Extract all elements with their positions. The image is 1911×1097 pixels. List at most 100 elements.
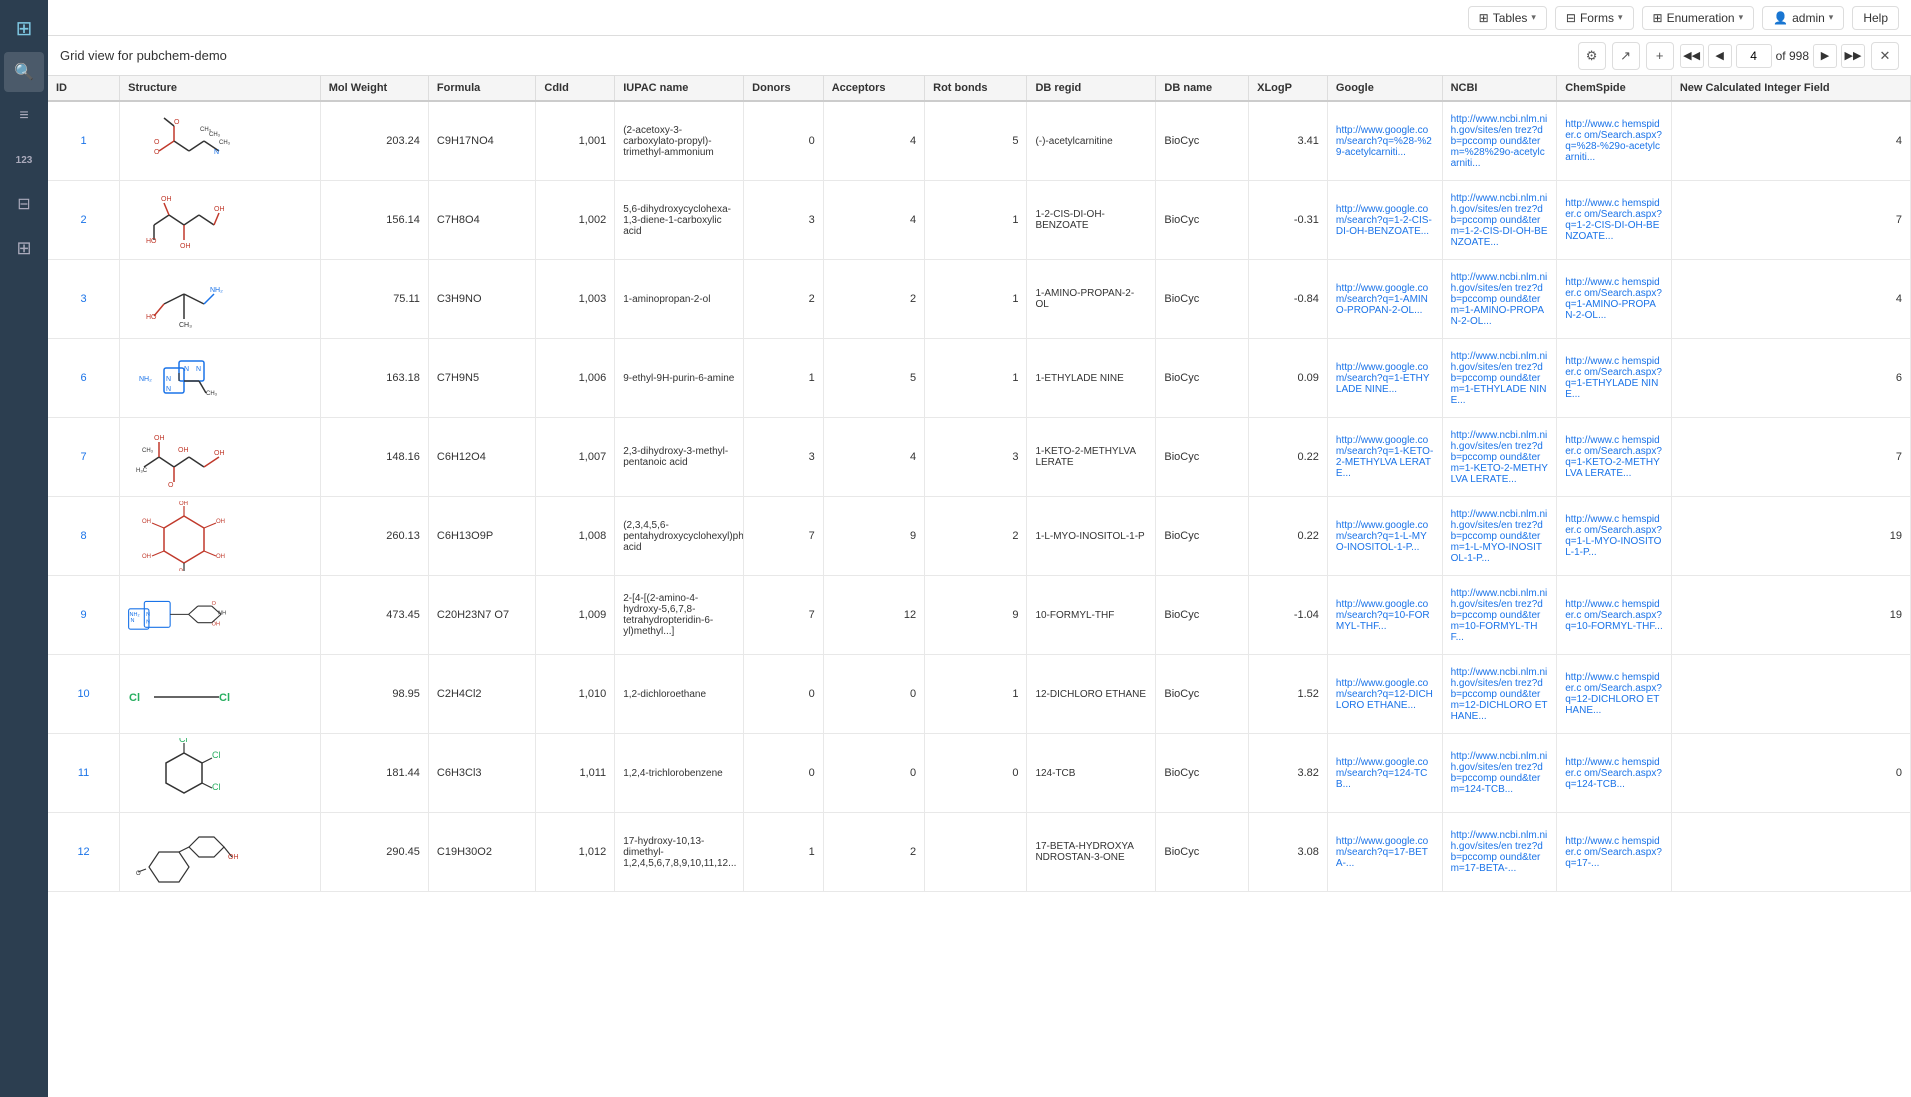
col-header-iupac[interactable]: IUPAC name xyxy=(615,76,744,101)
data-icon[interactable]: 123 xyxy=(4,140,44,180)
cell-id[interactable]: 12 xyxy=(48,813,120,892)
menu-icon[interactable]: ≡ xyxy=(4,96,44,136)
col-header-rotbonds[interactable]: Rot bonds xyxy=(925,76,1027,101)
next-page-btn[interactable]: ▶ xyxy=(1813,44,1837,68)
cell-rotbonds: 3 xyxy=(925,418,1027,497)
close-icon-btn[interactable]: ✕ xyxy=(1871,42,1899,70)
admin-button[interactable]: 👤 admin ▾ xyxy=(1762,6,1844,30)
cell-google[interactable]: http://www.google.com/search?q=1-AMINO-P… xyxy=(1327,260,1442,339)
tables-chevron-icon: ▾ xyxy=(1531,12,1536,23)
cell-ncbi[interactable]: http://www.ncbi.nlm.nih.gov/sites/en tre… xyxy=(1442,418,1557,497)
svg-text:OH: OH xyxy=(178,447,189,454)
cell-cdid: 1,002 xyxy=(536,181,615,260)
cell-google[interactable]: http://www.google.com/search?q=17-BETA-.… xyxy=(1327,813,1442,892)
search-icon[interactable]: 🔍 xyxy=(4,52,44,92)
col-header-dbregid[interactable]: DB regid xyxy=(1027,76,1156,101)
svg-text:H₃C: H₃C xyxy=(136,468,148,474)
cell-id[interactable]: 8 xyxy=(48,497,120,576)
cell-google[interactable]: http://www.google.com/search?q=%28-%29-a… xyxy=(1327,101,1442,181)
first-page-btn[interactable]: ◀◀ xyxy=(1680,44,1704,68)
cell-google[interactable]: http://www.google.com/search?q=1-KETO-2-… xyxy=(1327,418,1442,497)
cell-chemspi[interactable]: http://www.c hemspider.c om/Search.aspx?… xyxy=(1557,418,1672,497)
col-header-acceptors[interactable]: Acceptors xyxy=(823,76,924,101)
cell-formula: C9H17NO4 xyxy=(428,101,535,181)
col-header-id[interactable]: ID xyxy=(48,76,120,101)
forms-button[interactable]: ⊟ Forms ▾ xyxy=(1555,6,1634,30)
col-header-google[interactable]: Google xyxy=(1327,76,1442,101)
cell-id[interactable]: 7 xyxy=(48,418,120,497)
svg-text:OH: OH xyxy=(228,854,239,861)
cell-formula: C6H3Cl3 xyxy=(428,734,535,813)
cell-ncbi[interactable]: http://www.ncbi.nlm.nih.gov/sites/en tre… xyxy=(1442,260,1557,339)
cell-xlogp: 0.22 xyxy=(1249,418,1328,497)
cell-structure: HO NH₂ CH₃ xyxy=(120,260,321,339)
cell-google[interactable]: http://www.google.com/search?q=124-TCB..… xyxy=(1327,734,1442,813)
svg-text:OH: OH xyxy=(214,450,225,457)
help-button[interactable]: Help xyxy=(1852,6,1899,30)
add-icon-btn[interactable]: + xyxy=(1646,42,1674,70)
col-header-chemspi[interactable]: ChemSpide xyxy=(1557,76,1672,101)
cell-chemspi[interactable]: http://www.c hemspider.c om/Search.aspx?… xyxy=(1557,260,1672,339)
cell-ncbi[interactable]: http://www.ncbi.nlm.nih.gov/sites/en tre… xyxy=(1442,734,1557,813)
cell-dbname: BioCyc xyxy=(1156,813,1249,892)
col-header-molweight[interactable]: Mol Weight xyxy=(320,76,428,101)
cell-chemspi[interactable]: http://www.c hemspider.c om/Search.aspx?… xyxy=(1557,813,1672,892)
cell-ncbi[interactable]: http://www.ncbi.nlm.nih.gov/sites/en tre… xyxy=(1442,339,1557,418)
cell-id[interactable]: 10 xyxy=(48,655,120,734)
cell-donors: 0 xyxy=(744,655,824,734)
enumeration-button[interactable]: ⊞ Enumeration ▾ xyxy=(1642,6,1755,30)
cell-formula: C3H9NO xyxy=(428,260,535,339)
col-header-ncbi[interactable]: NCBI xyxy=(1442,76,1557,101)
col-header-donors[interactable]: Donors xyxy=(744,76,824,101)
col-header-newcalc[interactable]: New Calculated Integer Field xyxy=(1671,76,1910,101)
col-header-structure[interactable]: Structure xyxy=(120,76,321,101)
svg-text:O: O xyxy=(154,139,160,146)
table-wrapper[interactable]: ID Structure Mol Weight Formula CdId IUP… xyxy=(48,76,1911,1097)
cell-ncbi[interactable]: http://www.ncbi.nlm.nih.gov/sites/en tre… xyxy=(1442,497,1557,576)
cell-id[interactable]: 3 xyxy=(48,260,120,339)
cell-donors: 0 xyxy=(744,101,824,181)
cell-id[interactable]: 9 xyxy=(48,576,120,655)
cell-molweight: 181.44 xyxy=(320,734,428,813)
cell-chemspi[interactable]: http://www.c hemspider.c om/Search.aspx?… xyxy=(1557,734,1672,813)
cell-chemspi[interactable]: http://www.c hemspider.c om/Search.aspx?… xyxy=(1557,576,1672,655)
col-header-cdid[interactable]: CdId xyxy=(536,76,615,101)
cell-ncbi[interactable]: http://www.ncbi.nlm.nih.gov/sites/en tre… xyxy=(1442,101,1557,181)
cell-ncbi[interactable]: http://www.ncbi.nlm.nih.gov/sites/en tre… xyxy=(1442,813,1557,892)
table-icon[interactable]: ⊞ xyxy=(4,228,44,268)
cell-iupac: 17-hydroxy-10,13-dimethyl-1,2,4,5,6,7,8,… xyxy=(615,813,744,892)
tables-button[interactable]: ⊞ Tables ▾ xyxy=(1468,6,1547,30)
prev-page-btn[interactable]: ◀ xyxy=(1708,44,1732,68)
cell-id[interactable]: 6 xyxy=(48,339,120,418)
svg-text:N: N xyxy=(196,366,201,373)
share-icon-btn[interactable]: ↗ xyxy=(1612,42,1640,70)
cell-google[interactable]: http://www.google.com/search?q=1-ETHYLAD… xyxy=(1327,339,1442,418)
cell-chemspi[interactable]: http://www.c hemspider.c om/Search.aspx?… xyxy=(1557,497,1672,576)
cell-chemspi[interactable]: http://www.c hemspider.c om/Search.aspx?… xyxy=(1557,339,1672,418)
cell-ncbi[interactable]: http://www.ncbi.nlm.nih.gov/sites/en tre… xyxy=(1442,576,1557,655)
cell-chemspi[interactable]: http://www.c hemspider.c om/Search.aspx?… xyxy=(1557,655,1672,734)
col-header-formula[interactable]: Formula xyxy=(428,76,535,101)
cell-ncbi[interactable]: http://www.ncbi.nlm.nih.gov/sites/en tre… xyxy=(1442,181,1557,260)
last-page-btn[interactable]: ▶▶ xyxy=(1841,44,1865,68)
cell-chemspi[interactable]: http://www.c hemspider.c om/Search.aspx?… xyxy=(1557,181,1672,260)
tables-label: Tables xyxy=(1493,11,1528,25)
page-number-input[interactable] xyxy=(1736,44,1772,68)
field-icon[interactable]: ⊟ xyxy=(4,184,44,224)
cell-id[interactable]: 1 xyxy=(48,101,120,181)
cell-chemspi[interactable]: http://www.c hemspider.c om/Search.aspx?… xyxy=(1557,101,1672,181)
col-header-dbname[interactable]: DB name xyxy=(1156,76,1249,101)
cell-id[interactable]: 11 xyxy=(48,734,120,813)
admin-chevron-icon: ▾ xyxy=(1829,12,1834,23)
cell-formula: C7H8O4 xyxy=(428,181,535,260)
app-logo-icon[interactable]: ⊞ xyxy=(4,8,44,48)
cell-google[interactable]: http://www.google.com/search?q=10-FORMYL… xyxy=(1327,576,1442,655)
cell-id[interactable]: 2 xyxy=(48,181,120,260)
cell-google[interactable]: http://www.google.com/search?q=1-2-CIS-D… xyxy=(1327,181,1442,260)
cell-google[interactable]: http://www.google.com/search?q=12-DICHLO… xyxy=(1327,655,1442,734)
settings-icon-btn[interactable]: ⚙ xyxy=(1578,42,1606,70)
cell-ncbi[interactable]: http://www.ncbi.nlm.nih.gov/sites/en tre… xyxy=(1442,655,1557,734)
cell-google[interactable]: http://www.google.com/search?q=1-L-MYO-I… xyxy=(1327,497,1442,576)
col-header-xlogp[interactable]: XLogP xyxy=(1249,76,1328,101)
forms-label: Forms xyxy=(1580,11,1614,25)
